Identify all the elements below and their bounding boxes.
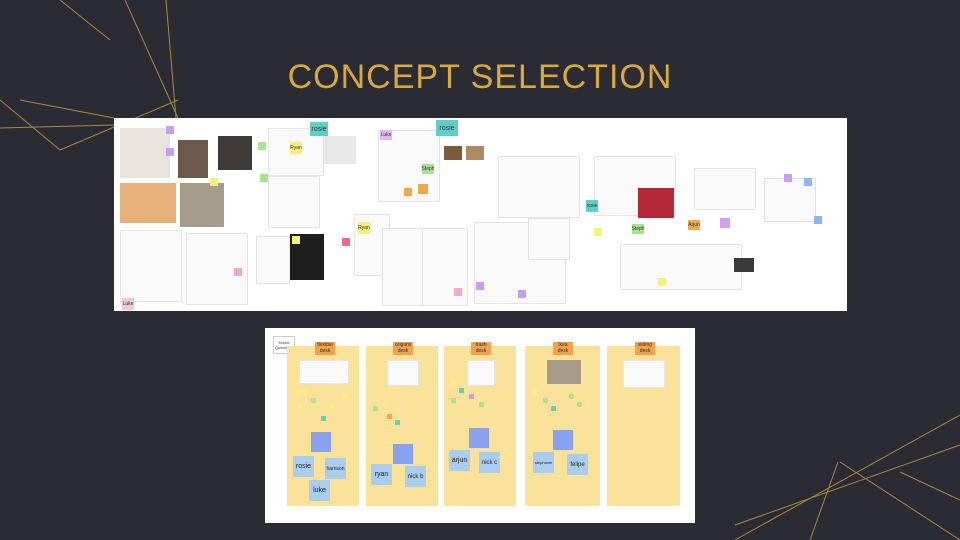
name-sticky-luke: Luke [380,130,392,140]
name-note-nick-c: nick c [479,452,500,473]
name-sticky-rosie: rosie [310,122,328,136]
name-sticky-luke: Luke [122,298,134,310]
sketch [382,228,424,306]
mini-sticky [451,380,456,385]
sticky-note [454,288,462,296]
name-note-harrison: harrison [325,458,346,479]
sketch [299,360,349,384]
sketch [268,176,320,228]
column-label-ikea: ikea desk [553,342,573,355]
mini-sticky [543,398,548,403]
sketch [694,168,756,210]
mini-sticky [297,406,302,411]
sketch [620,244,742,290]
concept-photo [178,140,208,178]
column-label-flexible: flexible desk [315,342,335,355]
sticky-note [210,178,218,186]
mini-sticky [329,406,334,411]
column-label-trash: trash desk [471,342,491,355]
question-note [469,428,489,448]
name-note-ryan: ryan [371,464,392,485]
question-note [311,432,331,452]
concept-photo [180,183,224,227]
concept-photo [120,183,176,223]
slide-title: CONCEPT SELECTION [287,58,673,96]
name-note-arjun: arjun [449,450,470,471]
mini-sticky [311,398,316,403]
mini-sticky [569,394,574,399]
mini-sticky [321,416,326,421]
sketch [467,360,495,386]
sketch [623,360,665,388]
name-note-rosie: rosie [293,456,314,477]
name-note-nick-b: nick b [405,466,426,487]
name-sticky-ryan: Ryan [358,222,370,234]
name-sticky-rosie: rosie [436,120,458,136]
sticky-note [404,188,412,196]
sticky-note [814,216,822,224]
concept-photo-collage [120,128,170,178]
question-note [553,430,573,450]
mini-sticky [469,394,474,399]
sticky-note [476,282,484,290]
sketch [256,236,290,284]
name-sticky-steph: Steph [422,164,434,174]
sticky-note [418,184,428,194]
mini-sticky [387,414,392,419]
mini-sticky [577,402,582,407]
name-sticky-arjun: Arjun [688,220,700,230]
name-note-stephanie: stephanie [533,452,554,473]
top-concept-board: Luke rosie Ryan Luke rosie Ryan Steph ro… [114,118,847,311]
column-label-sliding: sliding desk [635,342,655,355]
sticky-note [804,178,812,186]
question-note [393,444,413,464]
mini-sticky [373,406,378,411]
sticky-note [234,268,242,276]
mini-sticky [551,406,556,411]
sticky-note [166,148,174,156]
sticky-note [658,278,666,286]
concept-photo [638,188,674,218]
mini-sticky [451,398,456,403]
name-sticky-rosie: rosie [586,200,598,212]
name-sticky-steph: Steph [632,224,644,234]
sketch [387,360,419,386]
sticky-note [292,236,300,244]
name-note-luke: luke [309,480,330,501]
sticky-note [260,174,268,182]
mini-sticky [459,388,464,393]
mini-sticky [533,390,538,395]
name-sticky-ryan: Ryan [290,142,302,154]
mini-sticky [303,390,308,395]
name-note-felipe: felipe [567,454,588,475]
sketch [120,230,182,302]
sticky-note [518,290,526,298]
mini-sticky [295,390,300,395]
sketch [528,218,570,260]
mini-sticky [343,394,348,399]
mini-sticky [395,420,400,425]
sticky-note [594,228,602,236]
concept-photo [444,146,462,160]
sticky-note [166,126,174,134]
concept-photo [734,258,754,272]
mini-sticky [409,408,414,413]
column-label-origami: origami desk [393,342,413,355]
mini-sticky [381,404,386,409]
concept-photo [466,146,484,160]
concept-photo [218,136,252,170]
sticky-note [342,238,350,246]
sketch [498,156,580,218]
sticky-note [784,174,792,182]
concept-photo [324,136,356,164]
concept-photo [547,360,581,384]
bottom-concept-board: Model Questions flexible desk rosie harr… [265,328,695,523]
sticky-note [720,218,730,228]
sticky-note [258,142,266,150]
mini-sticky [479,402,484,407]
